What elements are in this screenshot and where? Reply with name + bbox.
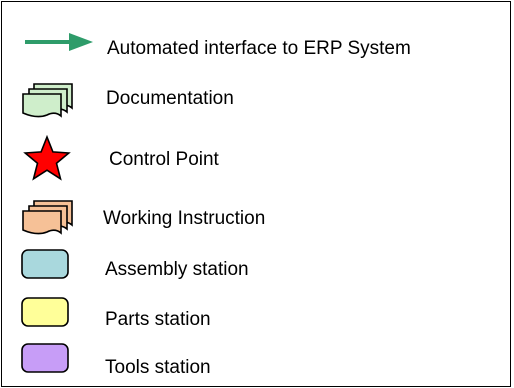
legend-label-assembly-station: Assembly station (105, 259, 249, 280)
star-icon (23, 135, 71, 181)
legend-label-working-instruction: Working Instruction (103, 208, 266, 229)
legend-box: Automated interface to ERP System Docume… (1, 1, 511, 387)
legend-label-tools-station: Tools station (105, 357, 211, 378)
legend-label-documentation: Documentation (106, 88, 234, 109)
rounded-rect-icon (21, 297, 69, 327)
rounded-rect-icon (21, 249, 69, 279)
legend-label-control-point: Control Point (109, 149, 219, 170)
arrow-right-icon (25, 33, 93, 51)
legend-label-parts-station: Parts station (105, 309, 211, 330)
rounded-rect-icon (21, 343, 69, 373)
document-stack-icon (22, 83, 73, 118)
document-stack-icon (22, 200, 73, 235)
legend-label-erp: Automated interface to ERP System (107, 38, 411, 59)
